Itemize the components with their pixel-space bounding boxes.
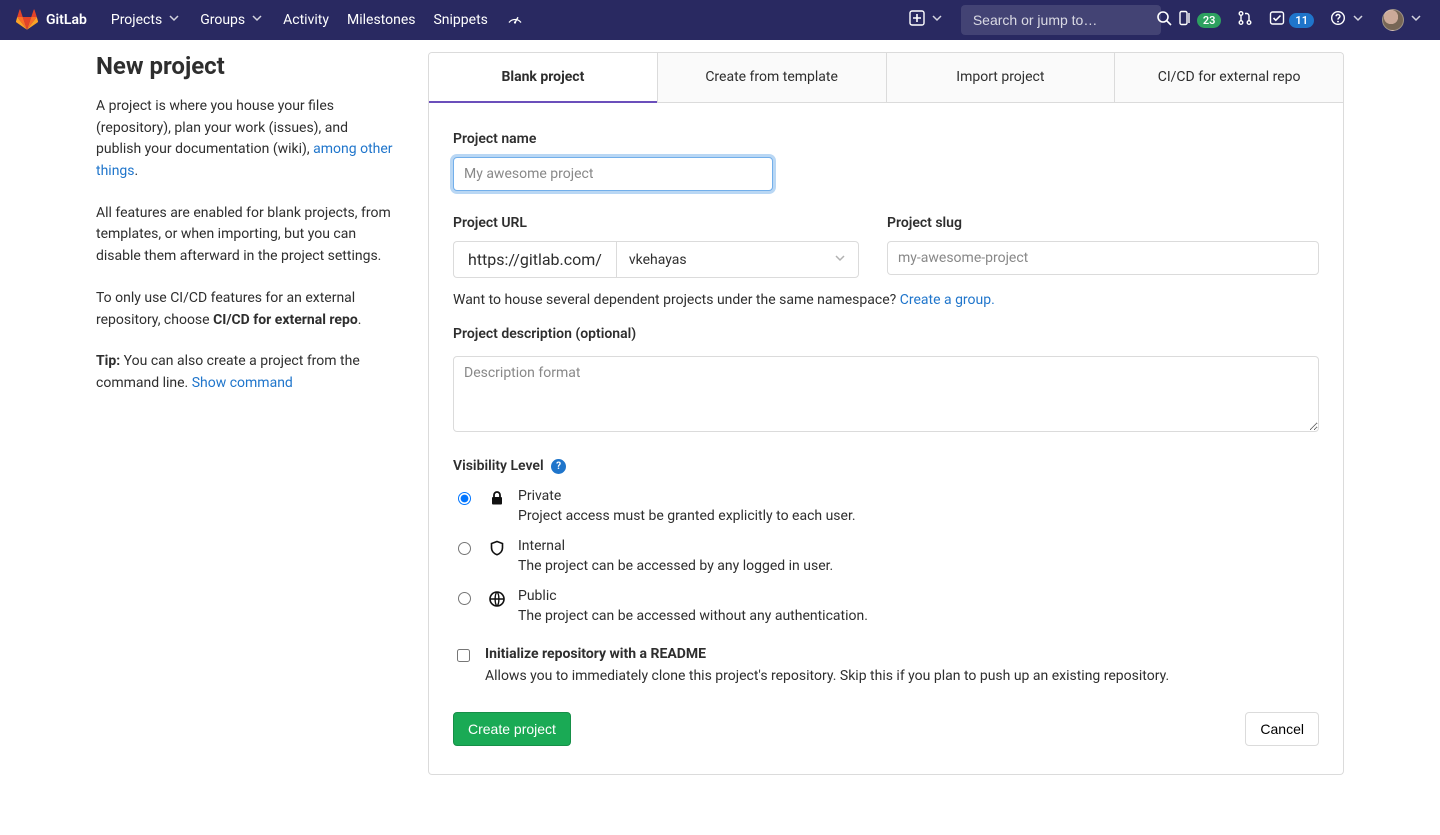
form-panel: Project name Project URL https://gitlab.… (428, 103, 1344, 775)
plus-icon (909, 10, 925, 30)
tab-import-project[interactable]: Import project (886, 53, 1115, 103)
todos-icon (1269, 10, 1285, 30)
page: New project A project is where you house… (48, 40, 1392, 823)
chevron-down-icon (1350, 10, 1366, 30)
sidebar-tip: Tip: You can also create a project from … (96, 351, 396, 394)
project-url-prefix: https://gitlab.com/ (453, 241, 616, 278)
create-project-button[interactable]: Create project (453, 712, 571, 746)
readme-desc: Allows you to immediately clone this pro… (485, 668, 1169, 684)
visibility-radio-internal[interactable] (458, 542, 471, 555)
nav-performance[interactable] (506, 9, 524, 31)
visibility-label: Visibility Level ? (453, 458, 1319, 474)
tab-create-from-template[interactable]: Create from template (657, 53, 886, 103)
chevron-down-icon (166, 10, 182, 30)
sidebar-p1: A project is where you house your files … (96, 96, 396, 183)
tab-cicd-external[interactable]: CI/CD for external repo (1114, 53, 1343, 103)
nav-links: Projects Groups Activity Milestones Snip… (111, 9, 524, 31)
brand[interactable]: GitLab (16, 9, 87, 31)
globe-icon (488, 588, 506, 608)
help-icon (1330, 10, 1346, 30)
user-menu[interactable] (1382, 9, 1424, 31)
help-icon[interactable]: ? (551, 459, 566, 474)
project-name-input[interactable] (453, 157, 773, 191)
readme-checkbox[interactable] (457, 649, 470, 662)
visibility-option-public[interactable]: Public The project can be accessed witho… (453, 588, 1319, 624)
merge-request-icon (1237, 10, 1253, 30)
new-menu[interactable] (909, 10, 945, 30)
shield-icon (488, 538, 506, 556)
main: Blank project Create from template Impor… (428, 52, 1344, 775)
cancel-button[interactable]: Cancel (1245, 712, 1319, 746)
search-box[interactable] (961, 5, 1161, 35)
nav-snippets[interactable]: Snippets (433, 9, 487, 31)
gitlab-logo-icon (16, 9, 38, 31)
avatar (1382, 9, 1404, 31)
nav-merge-requests[interactable] (1237, 10, 1253, 30)
tabs: Blank project Create from template Impor… (428, 52, 1344, 103)
todos-count-badge: 11 (1289, 13, 1314, 28)
nav-issues[interactable]: 23 (1177, 10, 1222, 30)
project-url-label: Project URL (453, 215, 859, 231)
nav-projects[interactable]: Projects (111, 9, 182, 31)
project-url-group: https://gitlab.com/ vkehayas (453, 241, 859, 278)
visibility-radio-private[interactable] (458, 492, 471, 505)
visibility-public-desc: The project can be accessed without any … (518, 608, 868, 624)
readme-title: Initialize repository with a README (485, 646, 1169, 662)
search-icon (1156, 10, 1172, 30)
project-desc-label: Project description (optional) (453, 326, 1319, 342)
visibility-private-title: Private (518, 488, 856, 504)
nav-help[interactable] (1330, 10, 1366, 30)
project-slug-label: Project slug (887, 215, 1319, 231)
page-title: New project (96, 52, 396, 80)
brand-label: GitLab (46, 12, 87, 28)
visibility-private-desc: Project access must be granted explicitl… (518, 508, 856, 524)
sidebar: New project A project is where you house… (96, 52, 396, 775)
nav-activity[interactable]: Activity (283, 9, 329, 31)
chevron-down-icon (249, 10, 265, 30)
sidebar-p2: All features are enabled for blank proje… (96, 203, 396, 268)
tab-blank-project[interactable]: Blank project (429, 53, 657, 103)
visibility-public-title: Public (518, 588, 868, 604)
project-name-label: Project name (453, 131, 1319, 147)
gauge-icon (506, 9, 524, 31)
search-input[interactable] (971, 11, 1156, 29)
lock-icon (488, 488, 506, 506)
sidebar-p3: To only use CI/CD features for an extern… (96, 288, 396, 331)
visibility-option-private[interactable]: Private Project access must be granted e… (453, 488, 1319, 524)
issues-count-badge: 23 (1197, 13, 1222, 28)
group-hint: Want to house several dependent projects… (453, 292, 1319, 308)
top-nav: GitLab Projects Groups Activity Mileston… (0, 0, 1440, 40)
nav-right: 23 11 (909, 5, 1424, 35)
nav-todos[interactable]: 11 (1269, 10, 1314, 30)
form-actions: Create project Cancel (453, 712, 1319, 746)
project-desc-input[interactable] (453, 356, 1319, 432)
link-create-group[interactable]: Create a group. (900, 292, 995, 308)
nav-groups[interactable]: Groups (200, 9, 265, 31)
visibility-option-internal[interactable]: Internal The project can be accessed by … (453, 538, 1319, 574)
chevron-down-icon (1408, 10, 1424, 30)
namespace-select[interactable]: vkehayas (616, 241, 859, 278)
visibility-internal-desc: The project can be accessed by any logge… (518, 558, 833, 574)
project-slug-input[interactable] (887, 241, 1319, 275)
link-show-command[interactable]: Show command (192, 375, 293, 391)
chevron-down-icon (929, 10, 945, 30)
readme-option[interactable]: Initialize repository with a README Allo… (453, 646, 1319, 684)
namespace-selected: vkehayas (617, 244, 858, 276)
visibility-radio-public[interactable] (458, 592, 471, 605)
nav-milestones[interactable]: Milestones (347, 9, 416, 31)
issues-icon (1177, 10, 1193, 30)
visibility-internal-title: Internal (518, 538, 833, 554)
